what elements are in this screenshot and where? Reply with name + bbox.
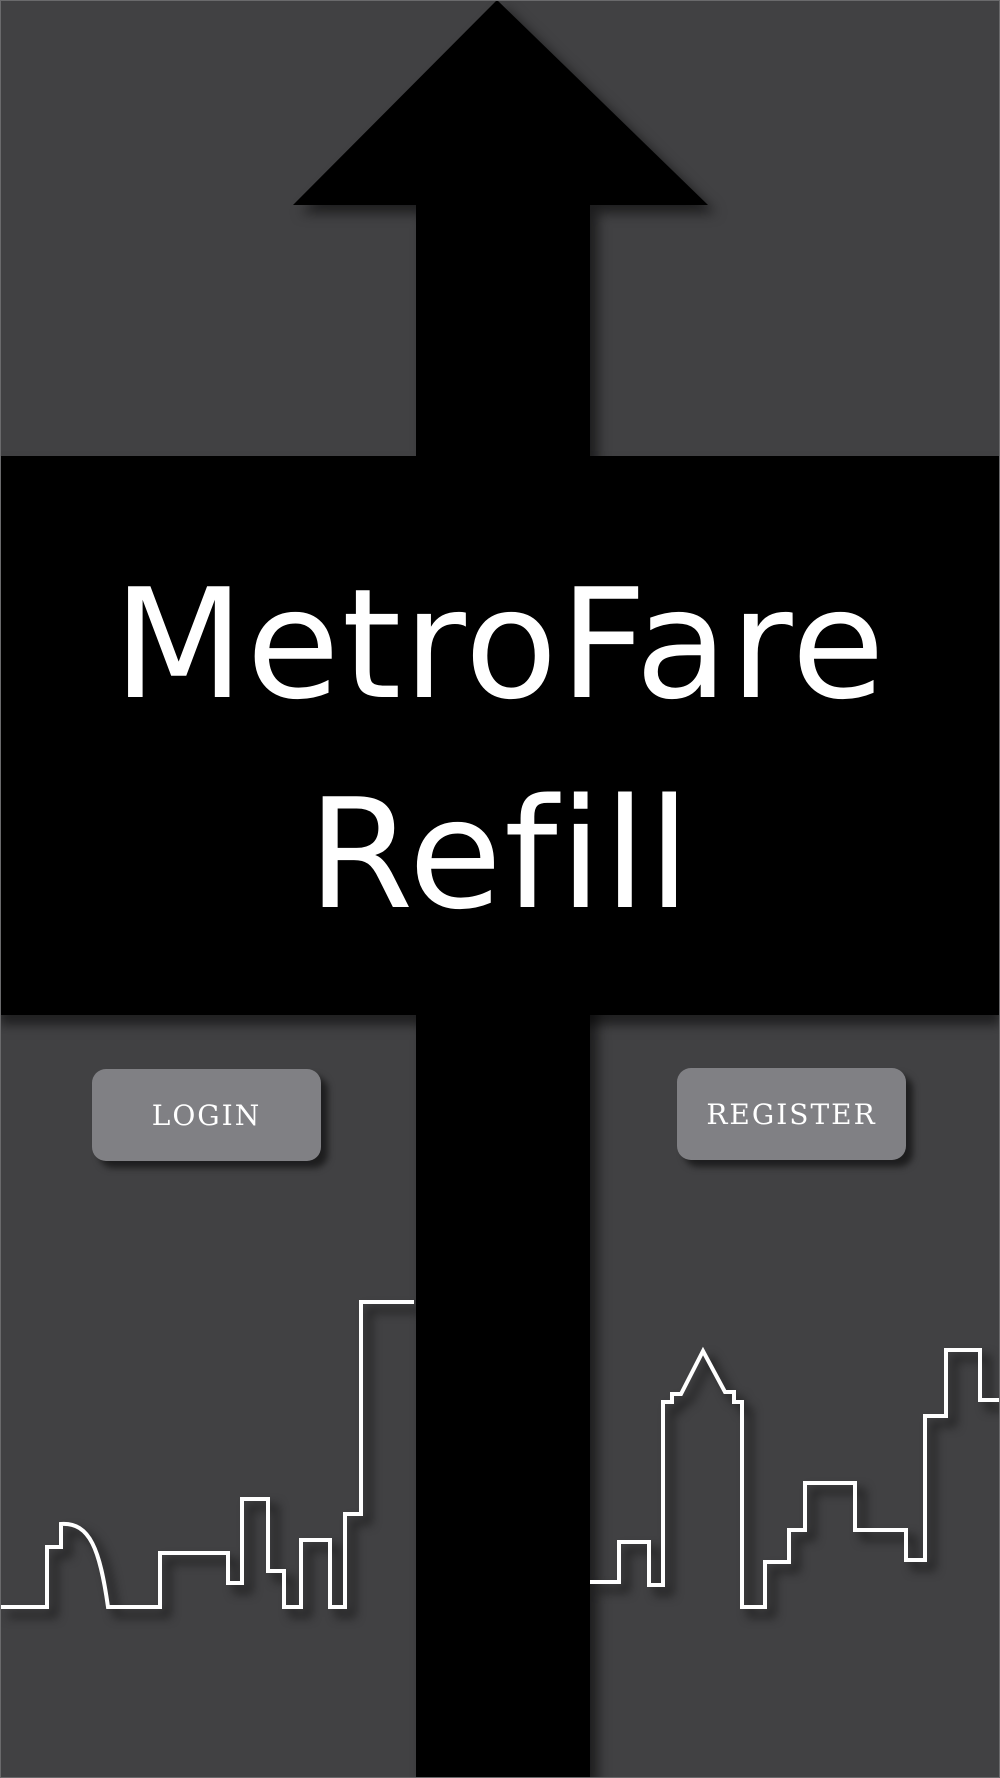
login-button[interactable]: LOGIN — [92, 1069, 321, 1161]
splash-screen: MetroFare Refill LOGIN REGISTER — [0, 0, 1000, 1778]
app-title: MetroFare — [113, 556, 887, 733]
register-button[interactable]: REGISTER — [677, 1068, 906, 1160]
app-subtitle: Refill — [307, 766, 693, 943]
